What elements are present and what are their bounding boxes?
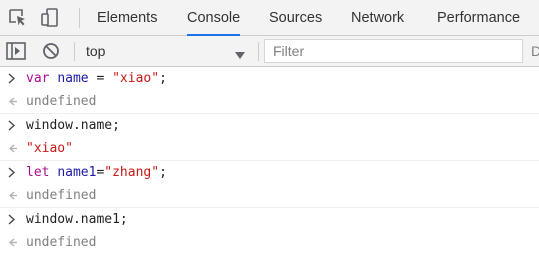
console-command-text[interactable]: window.name; [26, 114, 120, 137]
devtools-tab-bar: Elements Console Sources Network Perform… [0, 0, 539, 36]
console-output-row: undefined [0, 231, 539, 254]
result-arrow-icon [6, 184, 18, 207]
truncated-toolbar-item[interactable]: D [531, 36, 539, 66]
console-output-row: "xiao" [0, 137, 539, 160]
console-toolbar: top D [0, 36, 539, 67]
tab-network[interactable]: Network [351, 0, 404, 35]
console-result-text: undefined [26, 235, 97, 250]
console-result-text: undefined [26, 188, 97, 203]
result-arrow-icon [6, 90, 18, 113]
context-selector[interactable]: top [86, 36, 105, 66]
device-toolbar-icon[interactable] [40, 8, 60, 28]
input-prompt-icon [6, 208, 18, 231]
console-input-row: window.name1; [0, 207, 539, 231]
code-token: "xiao" [112, 71, 160, 86]
chevron-down-icon[interactable] [235, 47, 245, 59]
tab-console[interactable]: Console [187, 0, 241, 36]
console-input-row: let name1="zhang"; [0, 160, 539, 184]
code-token: name1 [57, 165, 97, 180]
tab-separator [79, 8, 80, 28]
code-token: "xiao" [26, 141, 73, 156]
console-output-row: undefined [0, 184, 539, 207]
code-token: window.name1; [26, 212, 128, 227]
code-token: name [57, 71, 89, 86]
code-token: window.name; [26, 118, 120, 133]
code-token: let [26, 165, 50, 180]
input-prompt-icon [6, 67, 18, 90]
code-token: = [88, 71, 113, 86]
console-input-row: window.name; [0, 113, 539, 137]
console-command-text[interactable]: var name = "xiao"; [26, 67, 167, 90]
console-output[interactable]: var name = "xiao"; undefined window.name; "… [0, 67, 539, 266]
input-prompt-icon [6, 114, 18, 137]
toolbar-separator [258, 42, 259, 61]
result-arrow-icon [6, 231, 18, 254]
result-arrow-icon [6, 137, 18, 160]
input-prompt-icon [6, 161, 18, 184]
console-command-text[interactable]: window.name1; [26, 208, 128, 231]
code-token: "zhang" [104, 165, 160, 180]
console-input-row: var name = "xiao"; [0, 67, 539, 90]
console-command-text[interactable]: let name1="zhang"; [26, 161, 167, 184]
console-result-text: "xiao" [26, 137, 73, 160]
tab-sources[interactable]: Sources [269, 0, 322, 35]
code-token: var [26, 71, 50, 86]
console-sidebar-icon[interactable] [6, 42, 26, 60]
console-output-row: undefined [0, 90, 539, 113]
console-result-text: undefined [26, 94, 97, 109]
tab-performance[interactable]: Performance [437, 0, 520, 35]
code-token: ; [159, 165, 167, 180]
toolbar-separator [74, 42, 75, 61]
tab-elements[interactable]: Elements [97, 0, 157, 35]
inspect-element-icon[interactable] [8, 8, 28, 28]
code-token: ; [159, 71, 167, 86]
clear-console-icon[interactable] [42, 42, 60, 60]
devtools-window: Elements Console Sources Network Perform… [0, 0, 539, 266]
filter-input[interactable] [264, 39, 523, 63]
